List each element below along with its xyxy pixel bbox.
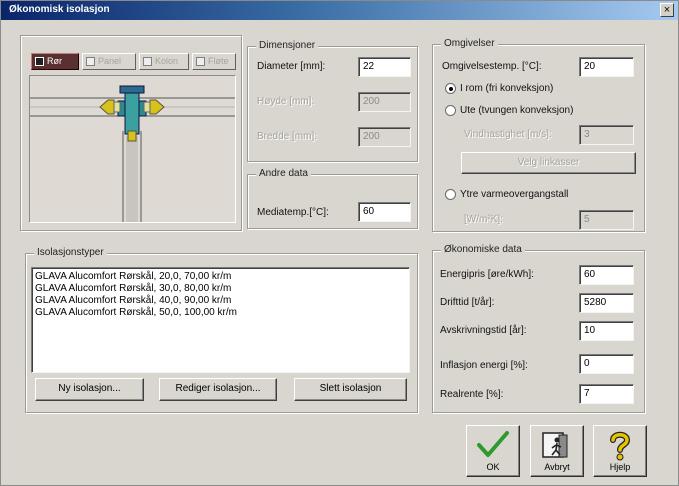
tab-ror-label: Rør: [47, 56, 62, 66]
bredde-input[interactable]: 200: [358, 127, 411, 147]
drifttid-label: Drifttid [t/år]:: [440, 297, 495, 308]
vindhastighet-input[interactable]: 3: [579, 125, 634, 145]
list-item[interactable]: GLAVA Alucomfort Rørskål, 50,0, 100,00 k…: [35, 307, 406, 319]
andre-data-title: Andre data: [256, 168, 311, 179]
ok-label: OK: [486, 462, 500, 472]
isolasjonstyper-title: Isolasjonstyper: [34, 247, 107, 258]
tab-kolon-label: Kolon: [155, 56, 179, 66]
list-item[interactable]: GLAVA Alucomfort Rørskål, 40,0, 90,00 kr…: [35, 295, 406, 307]
velg-button[interactable]: Velg linkasser: [461, 152, 636, 174]
inflasjon-input[interactable]: 0: [579, 354, 634, 374]
radio-i-rom[interactable]: [445, 83, 456, 94]
radio-ute[interactable]: [445, 105, 456, 116]
tab-flote-checkbox[interactable]: [196, 57, 205, 66]
tab-ror[interactable]: Rør: [31, 53, 79, 70]
slett-isolasjon-button[interactable]: Slett isolasjon: [294, 378, 407, 401]
title-bar[interactable]: Økonomisk isolasjon: [1, 1, 678, 20]
list-item[interactable]: GLAVA Alucomfort Rørskål, 30,0, 80,00 kr…: [35, 283, 406, 295]
tab-kolon-checkbox[interactable]: [143, 57, 152, 66]
pipe-preview: [29, 75, 236, 223]
tab-panel-checkbox[interactable]: [86, 57, 95, 66]
mediatemp-input[interactable]: 60: [358, 202, 411, 222]
ok-button[interactable]: OK: [466, 425, 520, 477]
mediatemp-label: Mediatemp.[°C]:: [257, 207, 329, 218]
vindhastighet-label: Vindhastighet [m/s]:: [464, 129, 552, 140]
ytre-unit-label: [W/m²K]:: [464, 214, 503, 225]
list-item[interactable]: GLAVA Alucomfort Rørskål, 20,0, 70,00 kr…: [35, 271, 406, 283]
okonomiske-title: Økonomiske data: [441, 244, 525, 255]
hoyde-input[interactable]: 200: [358, 92, 411, 112]
omgivelsestemp-label: Omgivelsestemp. [°C]:: [442, 61, 542, 72]
tab-kolon[interactable]: Kolon: [139, 53, 189, 70]
ny-isolasjon-button[interactable]: Ny isolasjon...: [35, 378, 144, 401]
question-mark-icon: [610, 431, 631, 461]
radio-ytre-label[interactable]: Ytre varmeovergangstall: [460, 189, 568, 200]
exit-door-icon: [542, 432, 568, 458]
avbryt-button[interactable]: Avbryt: [530, 425, 584, 477]
realrente-input[interactable]: 7: [579, 384, 634, 404]
diameter-label: Diameter [mm]:: [257, 61, 326, 72]
close-icon: ×: [663, 4, 671, 16]
pipe-illustration: [30, 85, 235, 222]
energipris-label: Energipris [øre/kWh]:: [440, 269, 534, 280]
tab-ror-checkbox[interactable]: [35, 57, 44, 66]
radio-ytre[interactable]: [445, 189, 456, 200]
realrente-label: Realrente [%]:: [440, 389, 504, 400]
dialog-window: Økonomisk isolasjon × Rør Panel Kolon Fl…: [0, 0, 679, 486]
dimensjoner-title: Dimensjoner: [256, 40, 319, 51]
radio-i-rom-label[interactable]: I rom (fri konveksjon): [460, 83, 553, 94]
tab-flote[interactable]: Fløte: [192, 53, 236, 70]
omgivelsestemp-input[interactable]: 20: [579, 57, 634, 77]
tab-panel-label: Panel: [98, 56, 122, 66]
radio-ute-label[interactable]: Ute (tvungen konveksjon): [460, 105, 573, 116]
avskrivning-input[interactable]: 10: [579, 321, 634, 341]
checkmark-icon: [477, 431, 509, 457]
isolasjon-list[interactable]: GLAVA Alucomfort Rørskål, 20,0, 70,00 kr…: [31, 267, 410, 373]
hjelp-label: Hjelp: [609, 462, 631, 472]
omgivelser-title: Omgivelser: [441, 38, 498, 49]
rediger-isolasjon-button[interactable]: Rediger isolasjon...: [159, 378, 277, 401]
tab-panel[interactable]: Panel: [82, 53, 136, 70]
ytre-input[interactable]: 5: [579, 210, 634, 230]
avskrivning-label: Avskrivningstid [år]:: [440, 325, 527, 336]
inflasjon-label: Inflasjon energi [%]:: [440, 360, 528, 371]
drifttid-input[interactable]: 5280: [579, 293, 634, 313]
bredde-label: Bredde [mm]:: [257, 131, 318, 142]
diameter-input[interactable]: 22: [358, 57, 411, 77]
hjelp-button[interactable]: Hjelp: [593, 425, 647, 477]
window-title: Økonomisk isolasjon: [9, 4, 110, 15]
energipris-input[interactable]: 60: [579, 265, 634, 285]
hoyde-label: Høyde [mm]:: [257, 96, 315, 107]
avbryt-label: Avbryt: [544, 462, 570, 472]
close-button[interactable]: ×: [660, 3, 674, 17]
tab-flote-label: Fløte: [208, 56, 229, 66]
